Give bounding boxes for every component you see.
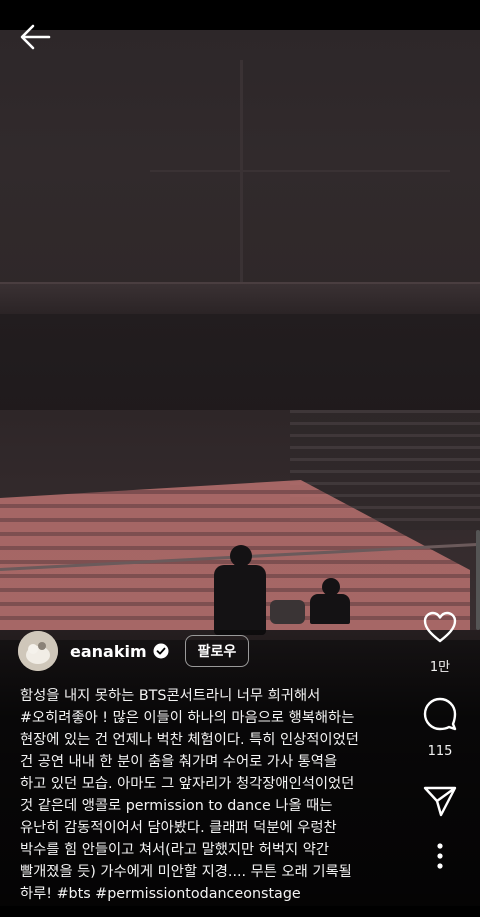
balcony-edge: [0, 282, 480, 316]
send-paper-plane-icon: [423, 786, 457, 817]
caption-line: 박수를 힘 안들이고 쳐서(라고 말했지만 허벅지 약간: [20, 842, 330, 858]
caption-line: 빨개졌을 듯) 가수에게 미안할 지경.... 무튼 오래 기록될: [20, 864, 352, 880]
caption-line: 현장에 있는 건 언제나 벅찬 체험이다. 특히 인상적이었던: [20, 732, 359, 748]
arena-structure: [240, 60, 243, 290]
caption-line: 유난히 감동적이어서 담아봤다. 클래퍼 덕분에 우렁찬: [20, 820, 337, 836]
more-vertical-icon: [437, 843, 443, 869]
balcony-face: [0, 314, 480, 424]
arrow-left-icon: [20, 24, 51, 50]
caption-line: 하루! #bts #permissiontodanceonstage: [20, 886, 301, 902]
like-button[interactable]: [420, 610, 460, 648]
status-bar-area: [0, 0, 480, 30]
follow-button[interactable]: 팔로우: [184, 635, 250, 667]
comment-button[interactable]: [420, 696, 460, 736]
verified-badge-icon: [153, 643, 169, 659]
username[interactable]: eanakim: [70, 642, 147, 661]
post-author-row: eanakim 팔로우: [18, 630, 250, 672]
like-count: 1만: [429, 660, 451, 675]
heart-icon: [423, 611, 457, 643]
more-options-button[interactable]: [420, 842, 460, 874]
scrollbar[interactable]: [476, 530, 480, 630]
back-button[interactable]: [18, 22, 52, 52]
audience-body: [310, 594, 350, 624]
comment-bubble-icon: [423, 697, 457, 731]
bottom-bar: [0, 906, 480, 917]
post-caption[interactable]: 함성을 내지 못하는 BTS콘서트라니 너무 희귀해서 #오히려좋아 ! 많은 …: [20, 685, 392, 905]
caption-line: 것 같은데 앵콜로 permission to dance 나올 때는: [20, 798, 333, 814]
caption-line: 하고 있던 모습. 아마도 그 앞자리가 청각장애인석이었던: [20, 776, 355, 792]
audience-item: [270, 600, 305, 624]
avatar[interactable]: [18, 631, 58, 671]
interpreter-head: [230, 545, 252, 567]
avatar-image: [18, 631, 58, 671]
caption-line: 함성을 내지 못하는 BTS콘서트라니 너무 희귀해서: [20, 688, 321, 704]
arena-structure: [150, 170, 450, 172]
interpreter-body: [214, 565, 266, 635]
share-button[interactable]: [420, 784, 460, 822]
caption-line: 건 공연 내내 한 분이 춤을 춰가며 수어로 가사 통역을: [20, 754, 338, 770]
caption-line: #오히려좋아 ! 많은 이들이 하나의 마음으로 행복해하는: [20, 710, 355, 726]
comment-count: 115: [427, 744, 453, 759]
